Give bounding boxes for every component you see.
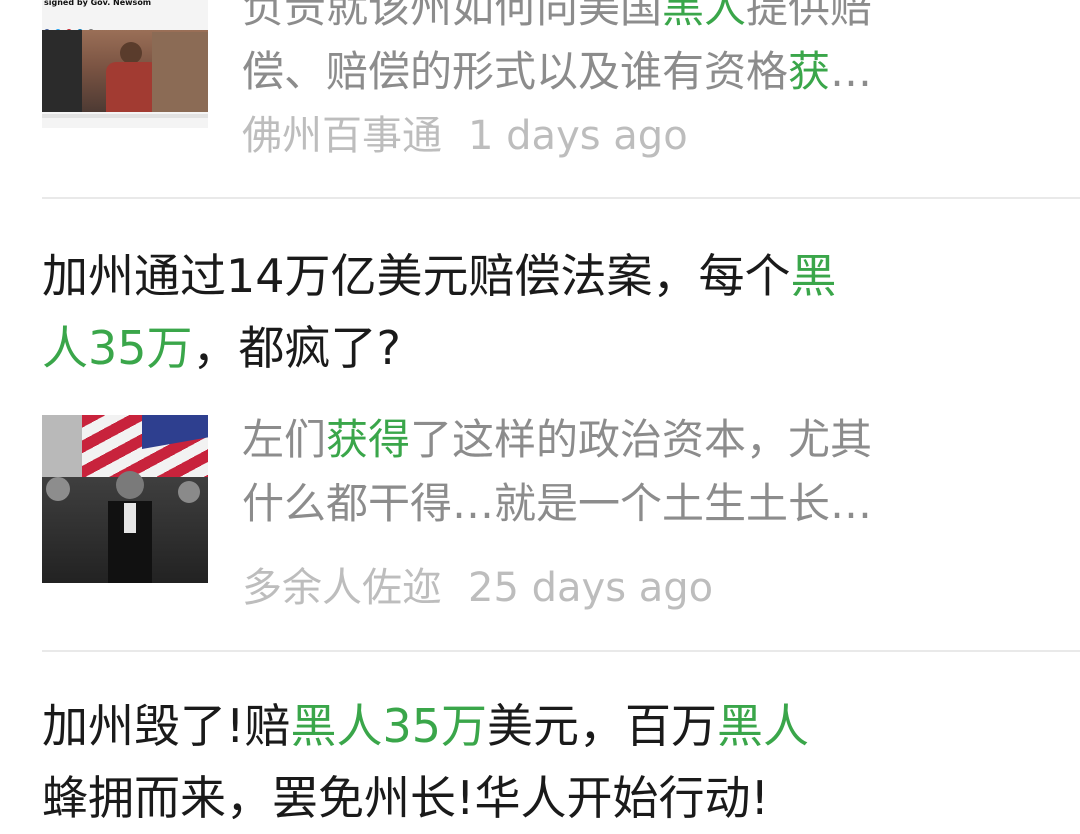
hearing-photo <box>42 30 208 112</box>
snippet-line: 负责就该州如何向美国黑人提供赔 <box>242 0 873 32</box>
news-title[interactable]: 加州通过14万亿美元赔偿法案，每个黑 人35万，都疯了? <box>42 240 1050 384</box>
news-source[interactable]: 佛州百事通 <box>242 113 442 159</box>
divider <box>42 650 1080 652</box>
snippet-line: 偿、赔偿的形式以及谁有资格获… <box>242 47 873 96</box>
news-meta: 多余人佐迩 25 days ago <box>242 562 739 614</box>
news-thumbnail[interactable] <box>42 415 208 583</box>
news-time: 25 days ago <box>468 565 714 611</box>
news-source[interactable]: 多余人佐迩 <box>242 565 442 611</box>
title-line: 加州毁了!赔黑人35万美元，百万黑人 <box>42 699 809 753</box>
news-snippet: 左们获得了这样的政治资本，尤其 什么都干得…就是一个土生土长… <box>242 408 1040 536</box>
title-line: 人35万，都疯了? <box>42 321 401 375</box>
news-title[interactable]: 加州毁了!赔黑人35万美元，百万黑人 蜂拥而来，罢免州长!华人开始行动! <box>42 690 1050 834</box>
news-snippet: 负责就该州如何向美国黑人提供赔 偿、赔偿的形式以及谁有资格获… <box>242 0 1040 104</box>
news-meta: 佛州百事通 1 days ago <box>242 110 714 162</box>
title-line: 蜂拥而来，罢免州长!华人开始行动! <box>42 771 769 825</box>
title-line: 加州通过14万亿美元赔偿法案，每个黑 <box>42 249 837 303</box>
snippet-line: 什么都干得…就是一个土生土长… <box>242 479 873 528</box>
divider <box>42 197 1080 199</box>
news-thumbnail[interactable]: reparations for slavery under bill signe… <box>42 0 208 128</box>
thumbnail-caption: reparations for slavery under bill signe… <box>44 0 152 7</box>
march-crowd <box>42 471 208 583</box>
snippet-line: 左们获得了这样的政治资本，尤其 <box>242 415 873 464</box>
news-time: 1 days ago <box>468 113 688 159</box>
